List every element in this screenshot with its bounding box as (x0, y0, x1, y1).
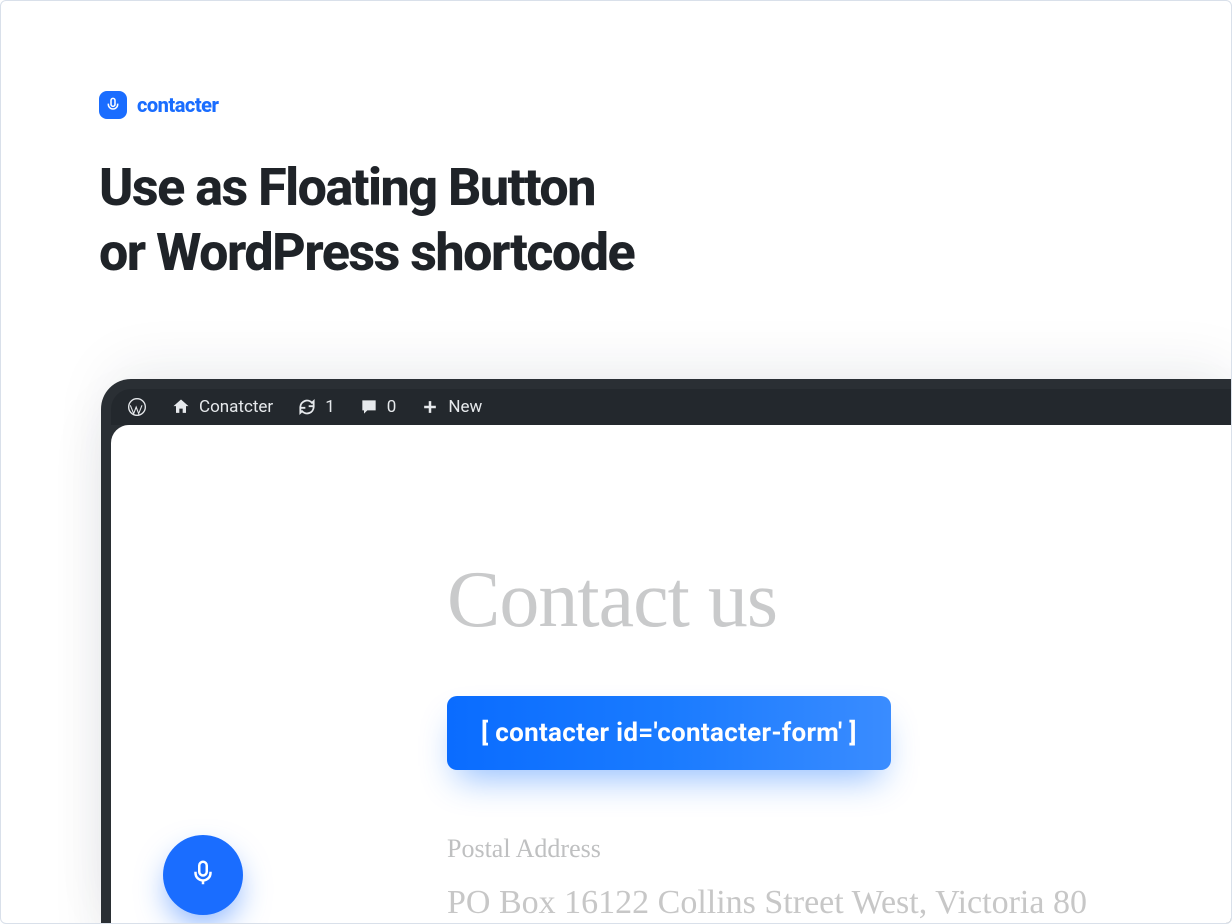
comment-icon (359, 397, 379, 417)
wp-comments-count: 0 (387, 397, 397, 417)
wp-updates-item[interactable]: 1 (287, 389, 345, 425)
home-icon (171, 397, 191, 417)
main-heading: Use as Floating Button or WordPress shor… (99, 155, 1231, 285)
plus-icon (420, 397, 440, 417)
wp-new-item[interactable]: New (410, 389, 492, 425)
wp-new-label: New (448, 397, 482, 417)
page-title: Contact us (447, 555, 1232, 646)
wp-updates-count: 1 (325, 397, 335, 417)
wp-logo-item[interactable] (117, 389, 157, 425)
device-frame: Conatcter 1 0 (101, 379, 1232, 924)
outer-frame: contacter Use as Floating Button or Word… (0, 0, 1232, 924)
brand-text: contacter (137, 93, 218, 117)
floating-mic-button[interactable] (163, 835, 243, 915)
heading-line-2: or WordPress shortcode (99, 222, 634, 283)
refresh-icon (297, 397, 317, 417)
postal-label: Postal Address (447, 834, 1232, 864)
wp-content: Contact us [ contacter id='contacter-for… (111, 425, 1232, 924)
wp-adminbar: Conatcter 1 0 (111, 389, 1232, 425)
brand-row: contacter (99, 91, 1231, 119)
shortcode-button[interactable]: [ contacter id='contacter-form' ] (447, 696, 891, 770)
wp-site-item[interactable]: Conatcter (161, 389, 283, 425)
wp-site-name: Conatcter (199, 397, 273, 417)
postal-address: PO Box 16122 Collins Street West, Victor… (447, 884, 1232, 922)
wordpress-icon (127, 397, 147, 417)
header-area: contacter Use as Floating Button or Word… (1, 1, 1231, 285)
brand-logo-icon (99, 91, 127, 119)
page-body: Contact us [ contacter id='contacter-for… (111, 425, 1232, 922)
microphone-icon (188, 858, 218, 892)
heading-line-1: Use as Floating Button (99, 157, 595, 218)
wp-comments-item[interactable]: 0 (349, 389, 407, 425)
